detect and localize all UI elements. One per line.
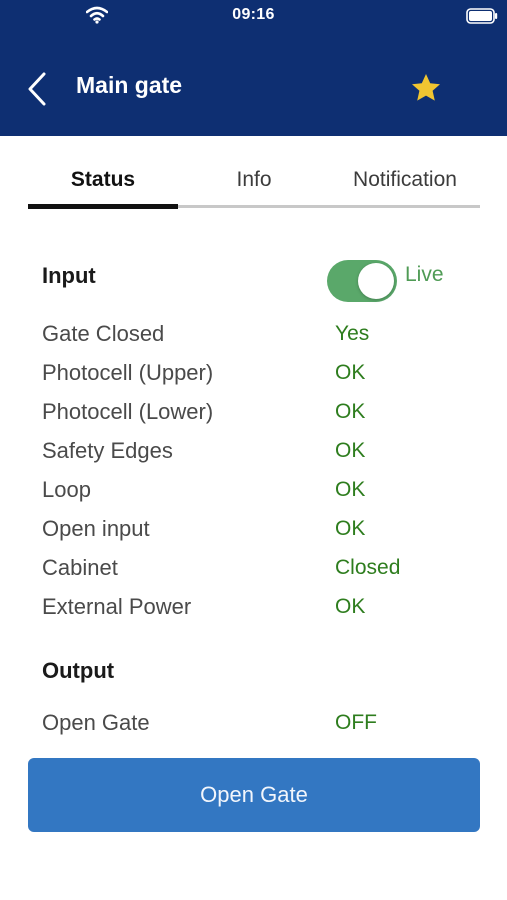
row-label-open-gate: Open Gate (42, 710, 150, 735)
status-bar-time: 09:16 (232, 6, 275, 23)
input-section-title: Input (42, 263, 96, 288)
page-title: Main gate (76, 72, 183, 98)
app-header: 09:16 Main gate (0, 0, 507, 136)
row-label-gate-closed: Gate Closed (42, 321, 165, 346)
row-value-photocell-lower: OK (335, 400, 366, 423)
row-label-loop: Loop (42, 477, 91, 502)
tab-info[interactable]: Info (179, 160, 329, 208)
open-gate-button[interactable]: Open Gate (28, 758, 480, 832)
back-chevron-icon[interactable] (24, 70, 50, 108)
row-value-safety-edges: OK (335, 439, 366, 462)
row-value-open-input: OK (335, 517, 366, 540)
row-label-open-input: Open input (42, 516, 150, 541)
tab-bar: Status Info Notification (28, 160, 480, 210)
star-icon[interactable] (410, 72, 442, 104)
battery-icon (466, 8, 498, 24)
row-label-cabinet: Cabinet (42, 555, 118, 580)
row-value-gate-closed: Yes (335, 322, 370, 345)
row-value-cabinet: Closed (335, 556, 401, 579)
row-value-photocell-upper: OK (335, 361, 366, 384)
tab-status[interactable]: Status (28, 160, 178, 208)
row-label-photocell-lower: Photocell (Lower) (42, 399, 214, 424)
row-value-loop: OK (335, 478, 366, 501)
status-bar: 09:16 (0, 0, 507, 32)
tab-notification[interactable]: Notification (330, 160, 480, 208)
output-section-title: Output (42, 658, 115, 683)
live-label: Live (405, 263, 444, 286)
toggle-knob (358, 263, 394, 299)
live-toggle[interactable] (327, 260, 397, 302)
row-value-external-power: OK (335, 595, 366, 618)
row-label-external-power: External Power (42, 594, 192, 619)
row-label-safety-edges: Safety Edges (42, 438, 173, 463)
active-tab-indicator (28, 204, 178, 209)
row-value-open-gate: OFF (335, 711, 377, 734)
row-label-photocell-upper: Photocell (Upper) (42, 360, 214, 385)
